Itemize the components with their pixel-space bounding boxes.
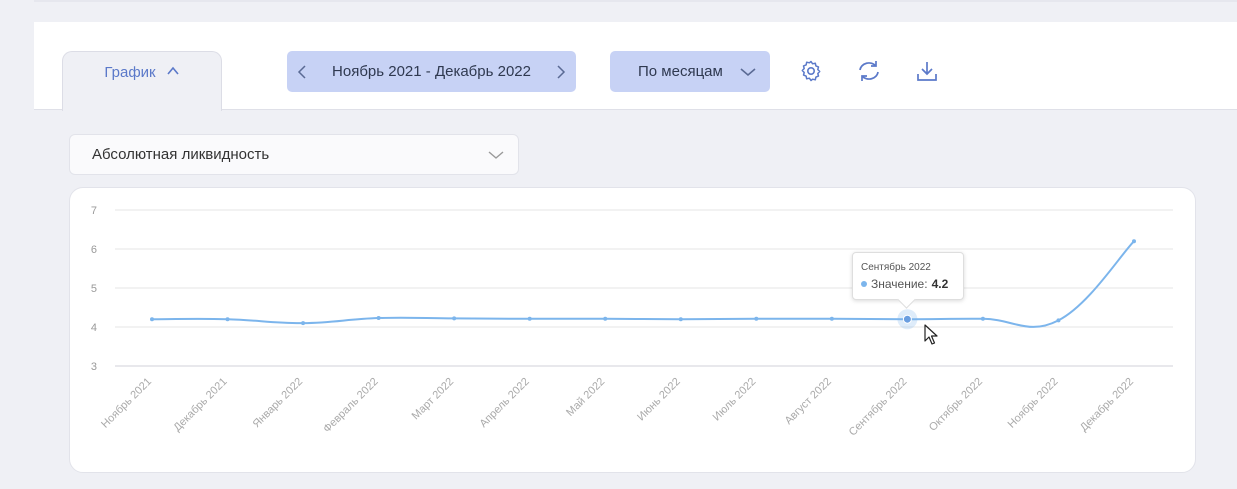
grouping-dropdown[interactable]: По месяцам xyxy=(610,51,770,92)
tooltip-value: 4.2 xyxy=(931,277,949,291)
y-tick-label: 7 xyxy=(91,205,97,217)
x-tick-label: Декабрь 2021 xyxy=(171,376,229,434)
line-chart: 3 4 5 6 7 Ноябрь 2021 Декабрь 2021 Январь 2022 Ф… xyxy=(91,205,1173,439)
x-tick-label: Апрель 2022 xyxy=(477,376,531,430)
x-tick-label: Январь 2022 xyxy=(251,376,306,431)
data-point xyxy=(452,316,457,321)
tab-chart[interactable]: График xyxy=(62,51,222,111)
chevron-down-icon xyxy=(488,150,504,159)
x-tick-label: Ноябрь 2022 xyxy=(1006,376,1061,431)
series-line xyxy=(151,240,1135,328)
period-label[interactable]: Ноябрь 2021 - Декабрь 2022 xyxy=(332,63,531,80)
metric-select-value: Абсолютная ликвидность xyxy=(92,146,270,163)
data-point xyxy=(301,321,306,326)
data-point xyxy=(980,316,985,321)
y-tick-label: 6 xyxy=(91,244,97,256)
tooltip-label: Значение: xyxy=(871,277,928,291)
data-point xyxy=(754,316,759,321)
tab-chart-label: График xyxy=(104,64,156,81)
x-tick-label: Сентябрь 2022 xyxy=(847,376,910,439)
chevron-down-icon xyxy=(740,67,756,76)
data-point xyxy=(527,316,532,321)
refresh-icon[interactable] xyxy=(856,58,882,84)
data-point xyxy=(150,317,154,322)
top-divider xyxy=(34,0,1237,2)
series-dot-icon xyxy=(861,281,867,287)
x-tick-label: Июнь 2022 xyxy=(635,376,683,424)
tooltip-title: Сентябрь 2022 xyxy=(861,262,931,273)
period-selector: Ноябрь 2021 - Декабрь 2022 xyxy=(287,51,576,92)
y-tick-label: 4 xyxy=(91,322,97,334)
y-tick-label: 3 xyxy=(91,361,97,373)
download-icon[interactable] xyxy=(914,58,940,84)
x-tick-label: Декабрь 2022 xyxy=(1078,376,1136,434)
y-tick-label: 5 xyxy=(91,283,97,295)
data-point xyxy=(376,316,381,321)
grouping-label: По месяцам xyxy=(638,63,723,80)
chevron-right-icon[interactable] xyxy=(554,64,568,79)
x-tick-label: Май 2022 xyxy=(564,376,607,419)
data-point xyxy=(902,314,912,324)
gear-icon[interactable] xyxy=(798,58,824,84)
chevron-up-icon xyxy=(167,66,179,75)
x-tick-label: Ноябрь 2021 xyxy=(99,376,154,431)
data-point xyxy=(1132,239,1136,244)
metric-select[interactable]: Абсолютная ликвидность xyxy=(69,134,519,175)
data-point xyxy=(225,317,230,322)
chevron-left-icon[interactable] xyxy=(295,64,309,79)
tooltip-row: Значение: 4.2 xyxy=(861,277,963,291)
x-tick-label: Февраль 2022 xyxy=(321,376,381,436)
x-tick-label: Март 2022 xyxy=(410,376,457,423)
data-point xyxy=(829,316,834,321)
data-point xyxy=(678,317,683,322)
chart-tooltip: Сентябрь 2022 Значение: 4.2 xyxy=(852,252,964,309)
data-point xyxy=(1056,318,1061,323)
x-tick-label: Октябрь 2022 xyxy=(927,376,985,434)
mouse-cursor-icon xyxy=(924,324,938,345)
x-tick-label: Август 2022 xyxy=(783,376,834,427)
data-point xyxy=(603,316,608,321)
x-tick-label: Июль 2022 xyxy=(711,376,759,424)
